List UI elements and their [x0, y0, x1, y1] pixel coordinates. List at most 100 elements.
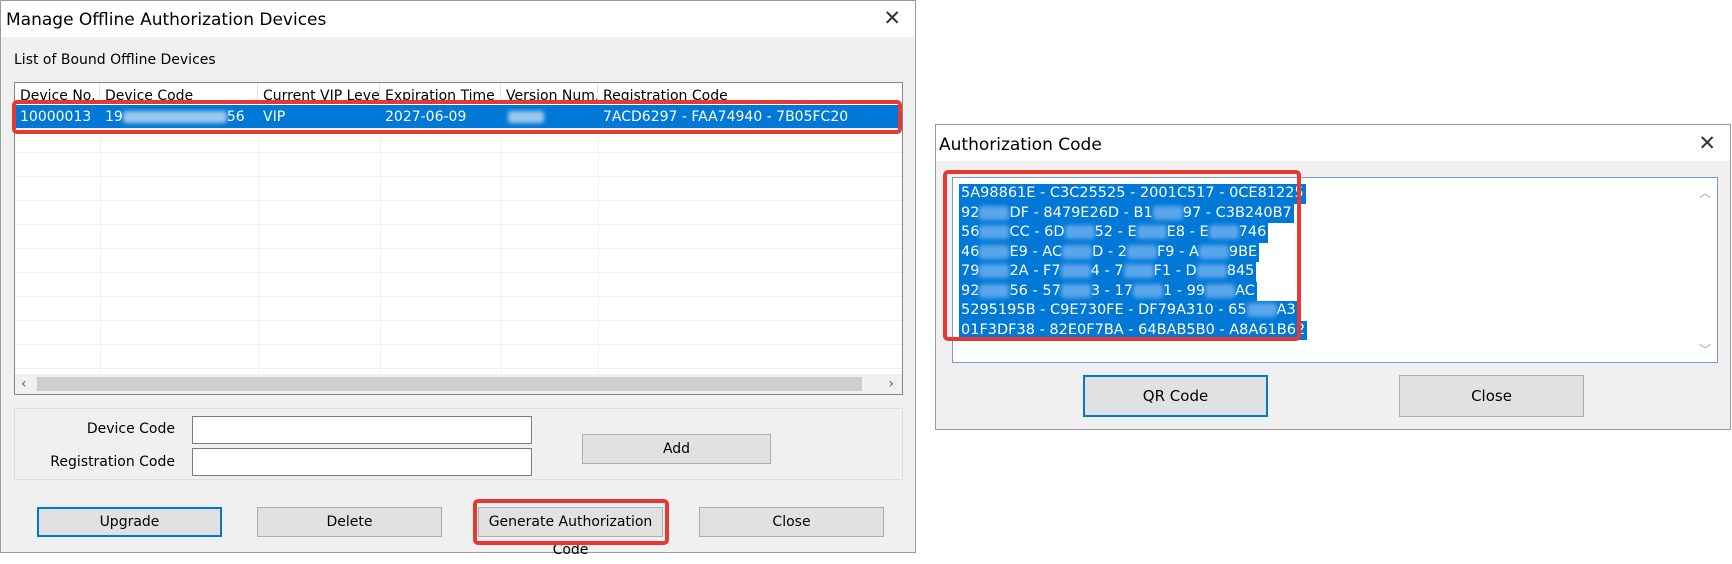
code-text: E8 - E	[1166, 224, 1209, 240]
code-text: 2A - F7	[1009, 263, 1061, 279]
empty-row	[15, 177, 902, 201]
chevron-left-icon[interactable]: ‹	[21, 374, 27, 394]
code-text: 79	[961, 263, 980, 279]
cell-registration-code: 7ACD6297 - FAA74940 - 7B05FC20	[603, 109, 849, 125]
code-text: DF - 8479E26D - B1	[1009, 204, 1153, 221]
redacted-block	[1196, 264, 1227, 278]
title-bar: Manage Offline Authorization Devices ✕	[1, 1, 915, 37]
upgrade-button[interactable]: Upgrade	[37, 507, 222, 537]
title-bar: Authorization Code ✕	[936, 125, 1730, 161]
code-text: 46	[961, 243, 980, 260]
redacted-block	[1060, 264, 1091, 278]
empty-row	[15, 273, 902, 297]
code-line: 5A98861E - C3C25525 - 2001C517 - 0CE8122…	[959, 184, 1306, 204]
code-text: 4 - 7	[1090, 263, 1124, 279]
close-icon[interactable]: ✕	[883, 8, 901, 29]
code-text: F1 - D	[1153, 263, 1197, 279]
redacted-block	[1123, 264, 1154, 278]
column-header-registration-code[interactable]: Registration Code	[598, 83, 902, 105]
chevron-down-icon[interactable]: ﹀	[1699, 341, 1711, 358]
chevron-up-icon[interactable]: ︿	[1699, 184, 1711, 201]
column-header-device-code[interactable]: Device Code	[100, 83, 258, 105]
devices-list[interactable]: Device No. Device Code Current VIP Level…	[14, 82, 903, 395]
device-code-end: 56	[226, 109, 245, 125]
redacted-block	[979, 264, 1010, 278]
devices-group-label: List of Bound Offline Devices	[14, 52, 216, 68]
code-text: AC	[1235, 282, 1255, 299]
code-text: E9 - AC	[1009, 243, 1063, 260]
scrollbar-thumb[interactable]	[37, 377, 862, 391]
code-lines: 5A98861E - C3C25525 - 2001C517 - 0CE8122…	[959, 184, 1308, 340]
code-text: 97 - C3B240B7	[1182, 204, 1292, 221]
list-header: Device No. Device Code Current VIP Level…	[15, 83, 902, 105]
redacted-block	[1198, 244, 1229, 259]
code-line: 46 E9 - AC D - 2 F9 - A 9BE	[959, 242, 1260, 262]
close-icon[interactable]: ✕	[1698, 133, 1716, 154]
column-header-device-no[interactable]: Device No.	[15, 83, 100, 105]
code-text: D - 2	[1092, 243, 1127, 260]
redacted-block	[1126, 244, 1157, 259]
cell-device-code: 19 56	[100, 105, 258, 129]
redacted-block	[1064, 225, 1095, 239]
empty-row	[15, 225, 902, 249]
cell-vip-level: VIP	[263, 109, 286, 125]
code-text: 56 - 57	[1009, 282, 1061, 299]
redacted-block	[979, 205, 1010, 220]
redacted-block	[979, 283, 1010, 298]
device-code-input[interactable]	[192, 416, 532, 444]
empty-row	[15, 297, 902, 321]
empty-row	[15, 321, 902, 345]
chevron-right-icon[interactable]: ›	[888, 374, 894, 394]
code-text: A3	[1276, 302, 1296, 318]
code-text: 92	[961, 204, 980, 221]
manage-devices-dialog: Manage Offline Authorization Devices ✕ L…	[0, 0, 916, 558]
code-line: 79 2A - F7 4 - 7 F1 - D 845	[959, 262, 1257, 282]
device-code-start: 19	[105, 109, 123, 125]
redacted-block	[508, 111, 544, 123]
cell-device-no: 10000013	[20, 109, 92, 125]
table-row[interactable]: 10000013 19 56 VIP 2027-06-09 7ACD6297 - …	[15, 105, 902, 129]
cell-expiration: 2027-06-09	[385, 109, 467, 125]
empty-row	[15, 345, 902, 369]
redacted-block	[1208, 225, 1239, 239]
redacted-block	[1062, 244, 1093, 259]
code-text: 3 - 17	[1090, 282, 1133, 299]
device-code-label: Device Code	[86, 421, 175, 437]
code-line: 92 DF - 8479E26D - B1 97 - C3B240B7	[959, 203, 1294, 223]
code-line: 01F3DF38 - 82E0F7BA - 64BAB5B0 - A8A61B6…	[959, 320, 1308, 340]
code-line: 92 56 - 57 3 - 17 1 - 99 AC	[959, 281, 1257, 301]
generate-authorization-code-button[interactable]: Generate Authorization Code	[478, 507, 663, 558]
code-text: 92	[961, 282, 980, 299]
authorization-code-dialog: Authorization Code ✕ 5A98861E - C3C25525…	[935, 124, 1731, 430]
redacted-block	[1060, 283, 1091, 298]
redacted-block	[122, 111, 227, 123]
code-text: 56	[961, 224, 980, 240]
qr-code-button[interactable]: QR Code	[1083, 375, 1268, 417]
column-header-expiration[interactable]: Expiration Time	[380, 83, 501, 105]
dialog-title: Authorization Code	[939, 135, 1102, 155]
registration-code-input[interactable]	[192, 448, 532, 476]
code-text: 01F3DF38 - 82E0F7BA - 64BAB5B0 - A8A61B6…	[961, 321, 1306, 338]
empty-row	[15, 129, 902, 153]
redacted-block	[979, 225, 1010, 239]
registration-code-label: Registration Code	[50, 454, 175, 470]
add-device-panel: Device Code Registration Code Add	[14, 408, 903, 480]
close-button[interactable]: Close	[699, 507, 884, 537]
authorization-code-textarea[interactable]: 5A98861E - C3C25525 - 2001C517 - 0CE8122…	[952, 177, 1718, 363]
redacted-block	[979, 244, 1010, 259]
code-line: 5295195B - C9E730FE - DF79A310 - 65 A3	[959, 301, 1298, 321]
cell-version	[501, 105, 598, 129]
close-button[interactable]: Close	[1399, 375, 1584, 417]
code-text: 9BE	[1228, 243, 1258, 260]
horizontal-scrollbar[interactable]: ‹ ›	[15, 374, 902, 394]
code-text: 746	[1238, 224, 1267, 240]
add-button[interactable]: Add	[582, 434, 771, 464]
code-text: CC - 6D	[1009, 224, 1065, 240]
column-header-vip-level[interactable]: Current VIP Level	[258, 83, 380, 105]
column-header-version[interactable]: Version Num...	[501, 83, 598, 105]
code-text: 52 - E	[1094, 224, 1137, 240]
redacted-block	[1132, 283, 1163, 298]
empty-row	[15, 153, 902, 177]
delete-button[interactable]: Delete	[257, 507, 442, 537]
code-text: 5A98861E - C3C25525 - 2001C517 - 0CE8122…	[961, 185, 1304, 201]
